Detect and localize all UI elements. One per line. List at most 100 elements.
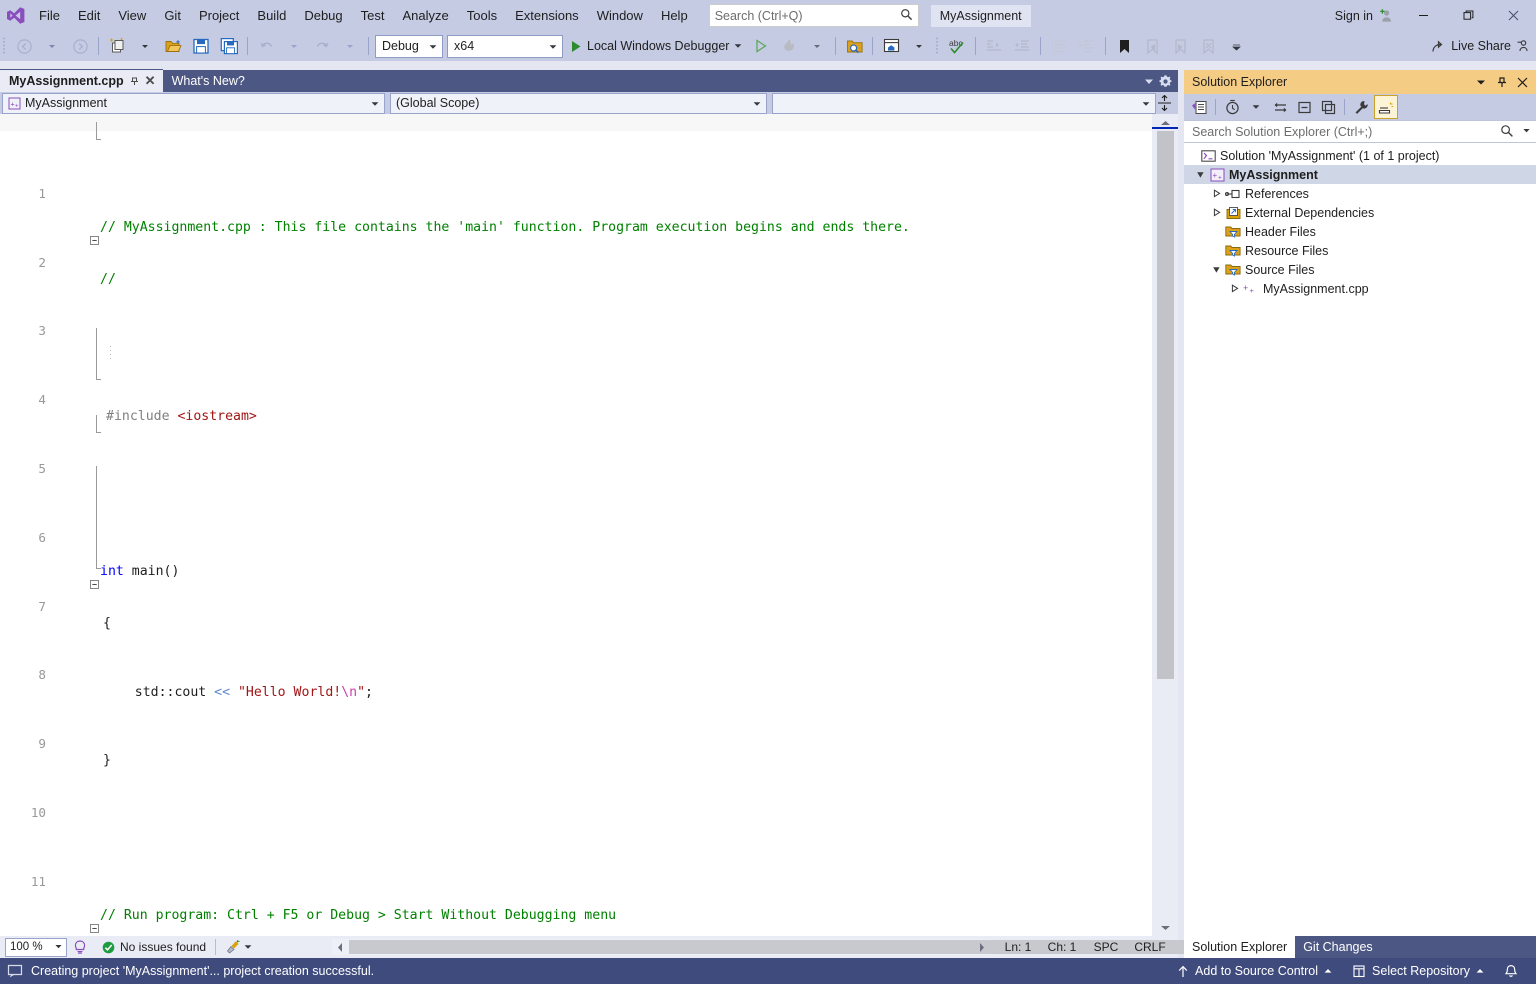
code-line[interactable]: 3 bbox=[0, 305, 79, 322]
expander-closed-icon[interactable] bbox=[1210, 189, 1223, 198]
editor-horizontal-scrollbar[interactable] bbox=[332, 939, 990, 955]
zoom-level-select[interactable]: 100 % bbox=[5, 938, 67, 957]
close-button[interactable] bbox=[1491, 0, 1536, 31]
code-editor[interactable]: 1 // MyAssignment.cpp : This file contai… bbox=[0, 114, 1178, 936]
save-icon[interactable] bbox=[187, 34, 215, 58]
open-file-icon[interactable] bbox=[159, 34, 187, 58]
menu-project[interactable]: Project bbox=[190, 0, 248, 31]
navigate-forward-icon[interactable] bbox=[66, 34, 94, 58]
tree-item-references[interactable]: References bbox=[1184, 184, 1536, 203]
indent-icon[interactable] bbox=[980, 34, 1008, 58]
new-project-dropdown-icon[interactable] bbox=[131, 34, 159, 58]
navigate-backward-icon[interactable] bbox=[10, 34, 38, 58]
properties-icon[interactable] bbox=[1350, 96, 1372, 118]
solution-properties-icon[interactable] bbox=[1188, 96, 1210, 118]
start-without-debugging-icon[interactable] bbox=[747, 34, 775, 58]
active-project-chip[interactable]: MyAssignment bbox=[931, 5, 1031, 27]
menu-view[interactable]: View bbox=[109, 0, 155, 31]
scroll-left-icon[interactable] bbox=[332, 939, 348, 955]
tree-item-resource-files[interactable]: Resource Files bbox=[1184, 241, 1536, 260]
pin-icon[interactable] bbox=[1496, 76, 1508, 89]
tree-item-solution[interactable]: Solution 'MyAssignment' (1 of 1 project) bbox=[1184, 146, 1536, 165]
add-to-source-control-button[interactable]: Add to Source Control bbox=[1167, 958, 1342, 984]
project-select[interactable]: ++ MyAssignment bbox=[2, 93, 385, 114]
window-layout-dropdown-icon[interactable] bbox=[905, 34, 933, 58]
code-line[interactable]: 5 bbox=[0, 443, 79, 460]
menu-edit[interactable]: Edit bbox=[69, 0, 109, 31]
redo-dropdown-icon[interactable] bbox=[336, 34, 364, 58]
menu-help[interactable]: Help bbox=[652, 0, 697, 31]
menu-analyze[interactable]: Analyze bbox=[393, 0, 457, 31]
global-search[interactable] bbox=[709, 4, 919, 27]
next-bookmark-icon[interactable] bbox=[1166, 34, 1194, 58]
code-line[interactable]: 8 std::cout << "Hello World!\n"; bbox=[0, 649, 79, 666]
code-lines[interactable]: 1 // MyAssignment.cpp : This file contai… bbox=[0, 116, 79, 936]
hot-reload-icon[interactable] bbox=[775, 34, 803, 58]
clear-bookmarks-icon[interactable] bbox=[1194, 34, 1222, 58]
start-debugging-button[interactable]: Local Windows Debugger bbox=[565, 34, 747, 58]
window-layout-icon[interactable] bbox=[877, 34, 905, 58]
fold-toggle-icon[interactable] bbox=[90, 202, 102, 280]
restore-button[interactable] bbox=[1446, 0, 1491, 31]
save-all-icon[interactable] bbox=[215, 34, 243, 58]
code-line[interactable]: 6 int main() bbox=[0, 512, 79, 529]
issues-status[interactable]: No issues found bbox=[102, 940, 206, 954]
tree-item-myassignment-cpp[interactable]: ++ MyAssignment.cpp bbox=[1184, 279, 1536, 298]
tree-item-source-files[interactable]: Source Files bbox=[1184, 260, 1536, 279]
split-editor-button[interactable] bbox=[1156, 92, 1172, 114]
menu-debug[interactable]: Debug bbox=[295, 0, 351, 31]
editor-vertical-scrollbar[interactable] bbox=[1152, 114, 1178, 936]
pending-changes-dropdown-icon[interactable] bbox=[1245, 96, 1267, 118]
solution-search-input[interactable] bbox=[1190, 124, 1484, 140]
tab-myassignment-cpp[interactable]: MyAssignment.cpp ✕ bbox=[0, 69, 163, 92]
uncomment-icon[interactable] bbox=[1073, 34, 1101, 58]
scroll-down-icon[interactable] bbox=[1152, 919, 1178, 936]
expander-closed-icon[interactable] bbox=[1210, 208, 1223, 217]
toggle-bookmark-icon[interactable] bbox=[1110, 34, 1138, 58]
menu-window[interactable]: Window bbox=[588, 0, 652, 31]
scrollbar-track[interactable] bbox=[1152, 131, 1178, 919]
search-options-dropdown-icon[interactable] bbox=[1523, 128, 1530, 134]
sync-with-active-document-icon[interactable] bbox=[1269, 96, 1291, 118]
toolbar-grip[interactable] bbox=[933, 31, 943, 61]
fold-toggle-icon[interactable] bbox=[90, 546, 102, 624]
show-all-files-icon[interactable] bbox=[1374, 95, 1398, 119]
previous-bookmark-icon[interactable] bbox=[1138, 34, 1166, 58]
notifications-button[interactable] bbox=[1494, 958, 1528, 984]
spell-check-icon[interactable]: abc bbox=[943, 34, 971, 58]
solution-platform-select[interactable]: x64 bbox=[447, 35, 563, 58]
code-line[interactable]: 10 bbox=[0, 787, 79, 804]
code-line[interactable]: 4 #include <iostream> bbox=[0, 374, 79, 391]
editor-surface[interactable]: 1 // MyAssignment.cpp : This file contai… bbox=[0, 114, 1152, 936]
close-icon[interactable] bbox=[1517, 77, 1528, 88]
window-menu-icon[interactable] bbox=[1475, 77, 1487, 87]
code-cleanup-button[interactable] bbox=[225, 939, 252, 955]
new-project-icon[interactable] bbox=[103, 34, 131, 58]
outdent-icon[interactable] bbox=[1008, 34, 1036, 58]
code-line[interactable]: 11 // Run program: Ctrl + F5 or Debug > … bbox=[0, 856, 79, 873]
scroll-right-icon[interactable] bbox=[974, 939, 990, 955]
toolbar-overflow-icon[interactable] bbox=[1222, 34, 1250, 58]
expander-open-icon[interactable] bbox=[1194, 170, 1207, 179]
sign-in-button[interactable]: Sign in bbox=[1327, 0, 1401, 31]
tab-whats-new[interactable]: What's New? bbox=[163, 70, 252, 92]
undo-dropdown-icon[interactable] bbox=[280, 34, 308, 58]
menu-tools[interactable]: Tools bbox=[458, 0, 506, 31]
code-line[interactable]: 1 // MyAssignment.cpp : This file contai… bbox=[0, 168, 79, 185]
menu-extensions[interactable]: Extensions bbox=[506, 0, 588, 31]
scope-select[interactable]: (Global Scope) bbox=[390, 93, 767, 114]
menu-build[interactable]: Build bbox=[248, 0, 295, 31]
tab-solution-explorer[interactable]: Solution Explorer bbox=[1184, 936, 1295, 958]
scrollbar-thumb[interactable] bbox=[1157, 131, 1174, 679]
code-line[interactable]: 9 } bbox=[0, 718, 79, 735]
search-input[interactable] bbox=[715, 9, 891, 23]
member-select[interactable] bbox=[772, 93, 1156, 114]
intellicode-icon[interactable] bbox=[72, 939, 88, 955]
code-line[interactable]: 2 // bbox=[0, 236, 79, 253]
select-repository-button[interactable]: Select Repository bbox=[1342, 958, 1494, 984]
minimize-button[interactable] bbox=[1401, 0, 1446, 31]
active-files-dropdown-icon[interactable] bbox=[1142, 74, 1156, 88]
tree-item-header-files[interactable]: Header Files bbox=[1184, 222, 1536, 241]
navigate-backward-dropdown-icon[interactable] bbox=[38, 34, 66, 58]
code-line[interactable]: 12 // Debug program: F5 or Debug > Start… bbox=[0, 924, 79, 936]
